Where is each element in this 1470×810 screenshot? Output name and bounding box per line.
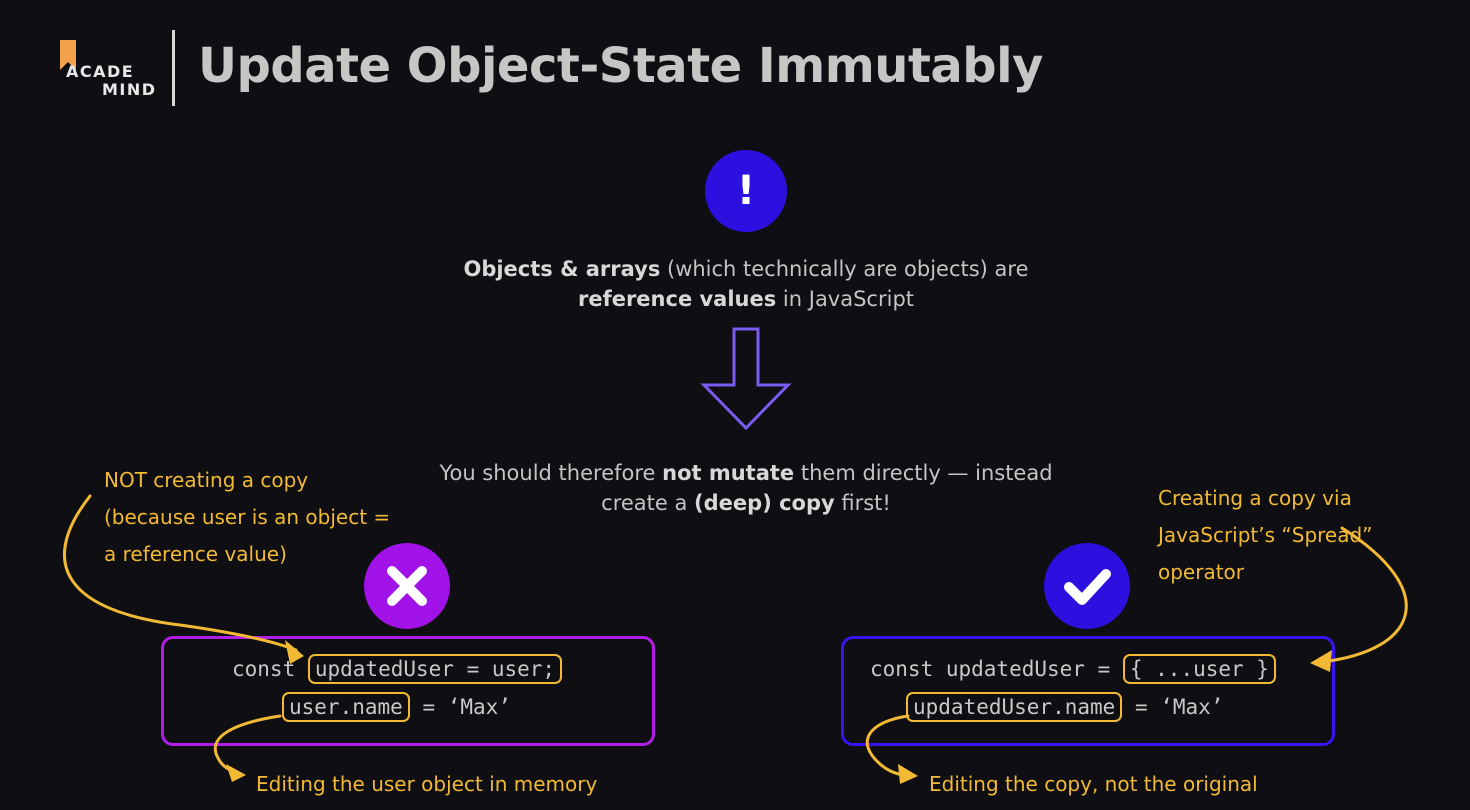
bad-line1-highlight: updatedUser = user; [307,654,563,684]
bad-code-box: const updatedUser = user; user.name = ‘M… [161,636,655,746]
good-code-line-1: const updatedUser = { ...user } [870,654,1276,684]
bad-example-note: NOT creating a copy (because user is an … [104,468,391,566]
good-line2-suffix: = ‘Max’ [1122,695,1224,719]
checkmark-icon [1044,543,1130,629]
cross-icon [364,543,450,629]
good-line1-highlight: { ...user } [1122,654,1276,684]
bad-line2-suffix: = ‘Max’ [409,695,511,719]
bad-caption-arrowhead [226,764,246,782]
advice-text-4: first! [834,491,891,515]
advice-strong-2: (deep) copy [694,491,835,515]
good-example-note: Creating a copy via JavaScript’s “Spread… [1158,486,1373,584]
advice-text-1: You should therefore [439,461,663,485]
reference-values-statement: Objects & arrays (which technically are … [380,254,1112,314]
header-divider [172,30,175,106]
advice-statement: You should therefore not mutate them dir… [380,458,1112,518]
advice-text-2: them directly — instead [794,461,1053,485]
statement-strong-2: reference values [577,287,777,311]
advice-text-3: create a [601,491,695,515]
good-caption-arrowhead [898,764,918,784]
slide-title: Update Object-State Immutably [198,38,1043,94]
down-arrow-icon [700,327,792,431]
academind-logo: ACADE MIND [56,38,166,102]
bad-code-line-2: user.name = ‘Max’ [282,692,511,722]
good-line1-prefix: const updatedUser = [870,657,1123,681]
bad-code-line-1: const updatedUser = user; [232,654,563,684]
exclamation-symbol: ! [736,168,756,214]
statement-text-2: in JavaScript [776,287,915,311]
logo-text-line1: ACADE [66,62,135,81]
good-code-box: const updatedUser = { ...user } updatedU… [841,636,1335,746]
exclamation-icon: ! [705,150,787,232]
good-line2-highlight: updatedUser.name [906,692,1123,722]
good-code-line-2: updatedUser.name = ‘Max’ [906,692,1224,722]
advice-strong-1: not mutate [662,461,795,485]
statement-strong-1: Objects & arrays [463,257,661,281]
logo-text-line2: MIND [102,80,157,99]
bad-line2-highlight: user.name [282,692,410,722]
statement-text-1: (which technically are objects) are [660,257,1029,281]
good-example-caption: Editing the copy, not the original [929,772,1258,796]
bad-line1-prefix: const [232,657,308,681]
bad-example-caption: Editing the user object in memory [256,772,598,796]
